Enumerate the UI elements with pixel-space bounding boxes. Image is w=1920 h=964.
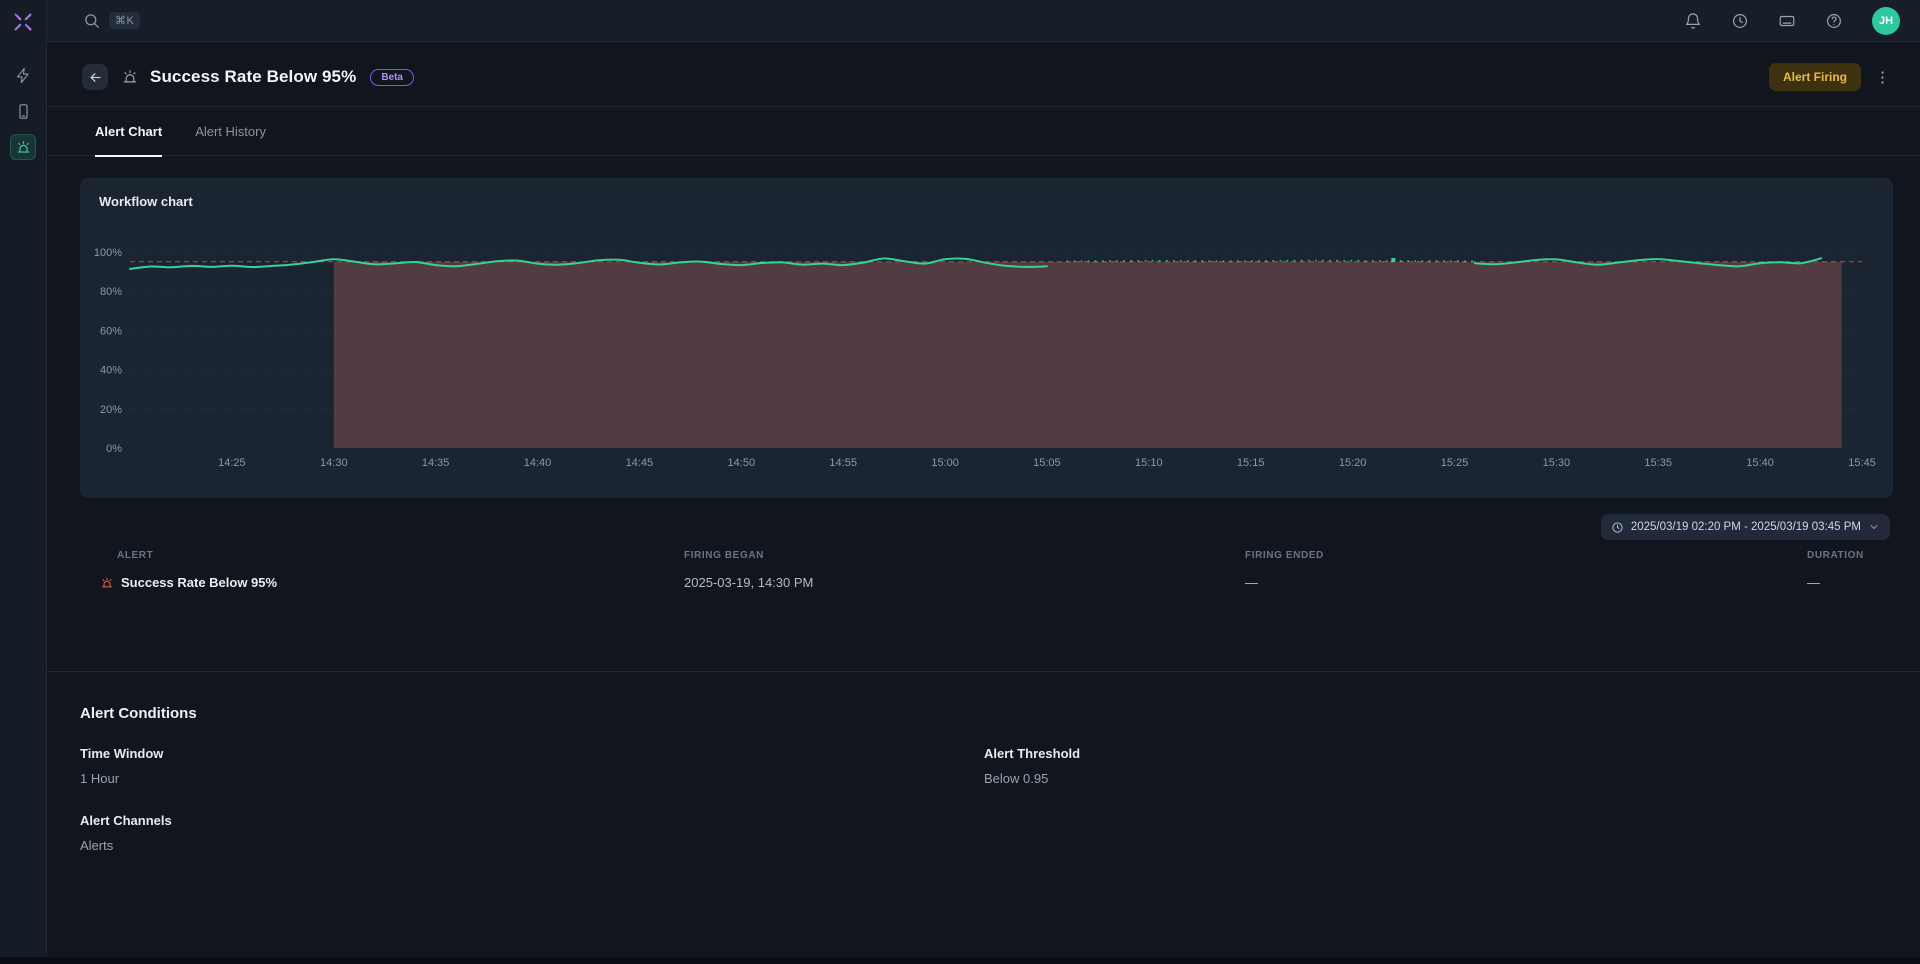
- history-button[interactable]: [1731, 12, 1749, 30]
- svg-text:80%: 80%: [100, 286, 122, 298]
- page-title: Success Rate Below 95%: [150, 67, 356, 87]
- search-icon: [83, 12, 100, 29]
- lightning-bolt-icon: [15, 67, 32, 84]
- svg-text:15:30: 15:30: [1543, 457, 1571, 469]
- svg-text:14:35: 14:35: [422, 457, 450, 469]
- help-button[interactable]: [1825, 12, 1843, 30]
- alarm-siren-icon: [15, 139, 32, 156]
- section-divider: [47, 671, 1920, 672]
- page-header: Success Rate Below 95% Beta Alert Firing: [47, 42, 1920, 107]
- svg-text:100%: 100%: [94, 247, 122, 259]
- window-edge: [0, 957, 1920, 964]
- keyboard-icon: [1778, 12, 1796, 30]
- svg-text:40%: 40%: [100, 365, 122, 377]
- firing-began-value: 2025-03-19, 14:30 PM: [684, 575, 1245, 590]
- svg-text:14:55: 14:55: [829, 457, 857, 469]
- sidebar: [0, 0, 47, 957]
- arrow-left-icon: [88, 70, 103, 85]
- shortcuts-button[interactable]: [1778, 12, 1796, 30]
- svg-text:15:40: 15:40: [1746, 457, 1774, 469]
- tab-alert-chart[interactable]: Alert Chart: [95, 107, 162, 156]
- sidebar-item-functions[interactable]: [10, 62, 36, 88]
- svg-text:15:45: 15:45: [1848, 457, 1876, 469]
- svg-text:0%: 0%: [106, 443, 122, 455]
- back-button[interactable]: [82, 64, 108, 90]
- notifications-button[interactable]: [1684, 12, 1702, 30]
- svg-text:14:25: 14:25: [218, 457, 246, 469]
- date-range-picker[interactable]: 2025/03/19 02:20 PM - 2025/03/19 03:45 P…: [1601, 514, 1890, 540]
- svg-text:15:15: 15:15: [1237, 457, 1265, 469]
- svg-text:14:50: 14:50: [728, 457, 756, 469]
- column-duration: DURATION: [1807, 550, 1890, 561]
- more-options-button[interactable]: [1871, 64, 1893, 90]
- table-row[interactable]: Success Rate Below 95% 2025-03-19, 14:30…: [100, 575, 1890, 590]
- svg-text:14:45: 14:45: [626, 457, 654, 469]
- topbar: ⌘K JH: [47, 0, 1920, 42]
- condition-alert-channels: Alert Channels Alerts: [80, 813, 984, 853]
- firing-table: ALERT FIRING BEGAN FIRING ENDED DURATION…: [100, 550, 1890, 590]
- inngest-logo-icon[interactable]: [11, 10, 35, 34]
- app-root: ⌘K JH: [0, 0, 1920, 964]
- svg-text:15:10: 15:10: [1135, 457, 1163, 469]
- svg-text:15:05: 15:05: [1033, 457, 1061, 469]
- column-alert: ALERT: [100, 550, 684, 561]
- alert-conditions-section: Alert Conditions Time Window 1 Hour Aler…: [80, 705, 1840, 853]
- firing-table-header: ALERT FIRING BEGAN FIRING ENDED DURATION: [100, 550, 1890, 561]
- svg-text:15:35: 15:35: [1644, 457, 1672, 469]
- section-title: Alert Conditions: [80, 705, 1840, 722]
- clock-icon: [1611, 521, 1624, 534]
- svg-text:20%: 20%: [100, 404, 122, 416]
- condition-time-window: Time Window 1 Hour: [80, 746, 984, 786]
- avatar[interactable]: JH: [1872, 7, 1900, 35]
- svg-text:60%: 60%: [100, 325, 122, 337]
- help-circle-icon: [1825, 12, 1843, 30]
- beta-badge: Beta: [370, 69, 414, 86]
- search-shortcut-badge: ⌘K: [109, 12, 140, 29]
- duration-value: —: [1807, 575, 1890, 590]
- sidebar-item-apps[interactable]: [10, 98, 36, 124]
- global-search[interactable]: ⌘K: [83, 12, 140, 29]
- svg-text:15:25: 15:25: [1441, 457, 1469, 469]
- clock-icon: [1731, 12, 1749, 30]
- date-range-label: 2025/03/19 02:20 PM - 2025/03/19 03:45 P…: [1631, 521, 1861, 533]
- mobile-device-icon: [15, 103, 32, 120]
- condition-alert-threshold: Alert Threshold Below 0.95: [984, 746, 1840, 786]
- alarm-siren-red-icon: [100, 576, 114, 590]
- svg-text:14:30: 14:30: [320, 457, 348, 469]
- svg-text:14:40: 14:40: [524, 457, 552, 469]
- alert-name: Success Rate Below 95%: [121, 575, 277, 590]
- svg-text:15:20: 15:20: [1339, 457, 1367, 469]
- bell-icon: [1684, 12, 1702, 30]
- tab-bar: Alert Chart Alert History: [47, 107, 1920, 156]
- chevron-down-icon: [1868, 521, 1880, 533]
- tab-alert-history[interactable]: Alert History: [195, 107, 266, 156]
- workflow-chart-plot: 0% 20% 40% 60% 80% 100% 14:25 14:30 14:35 14:40 14…: [80, 178, 1893, 498]
- column-firing-began: FIRING BEGAN: [684, 550, 1245, 561]
- alert-status-badge: Alert Firing: [1769, 63, 1861, 91]
- column-firing-ended: FIRING ENDED: [1245, 550, 1807, 561]
- kebab-menu-icon: [1874, 69, 1891, 86]
- firing-ended-value: —: [1245, 575, 1807, 590]
- svg-text:15:00: 15:00: [931, 457, 959, 469]
- workflow-chart-card: Workflow chart 0%20%40%60%80%100%14:2514…: [80, 178, 1893, 498]
- alert-type-icon: [121, 68, 139, 86]
- sidebar-item-alerts[interactable]: [10, 134, 36, 160]
